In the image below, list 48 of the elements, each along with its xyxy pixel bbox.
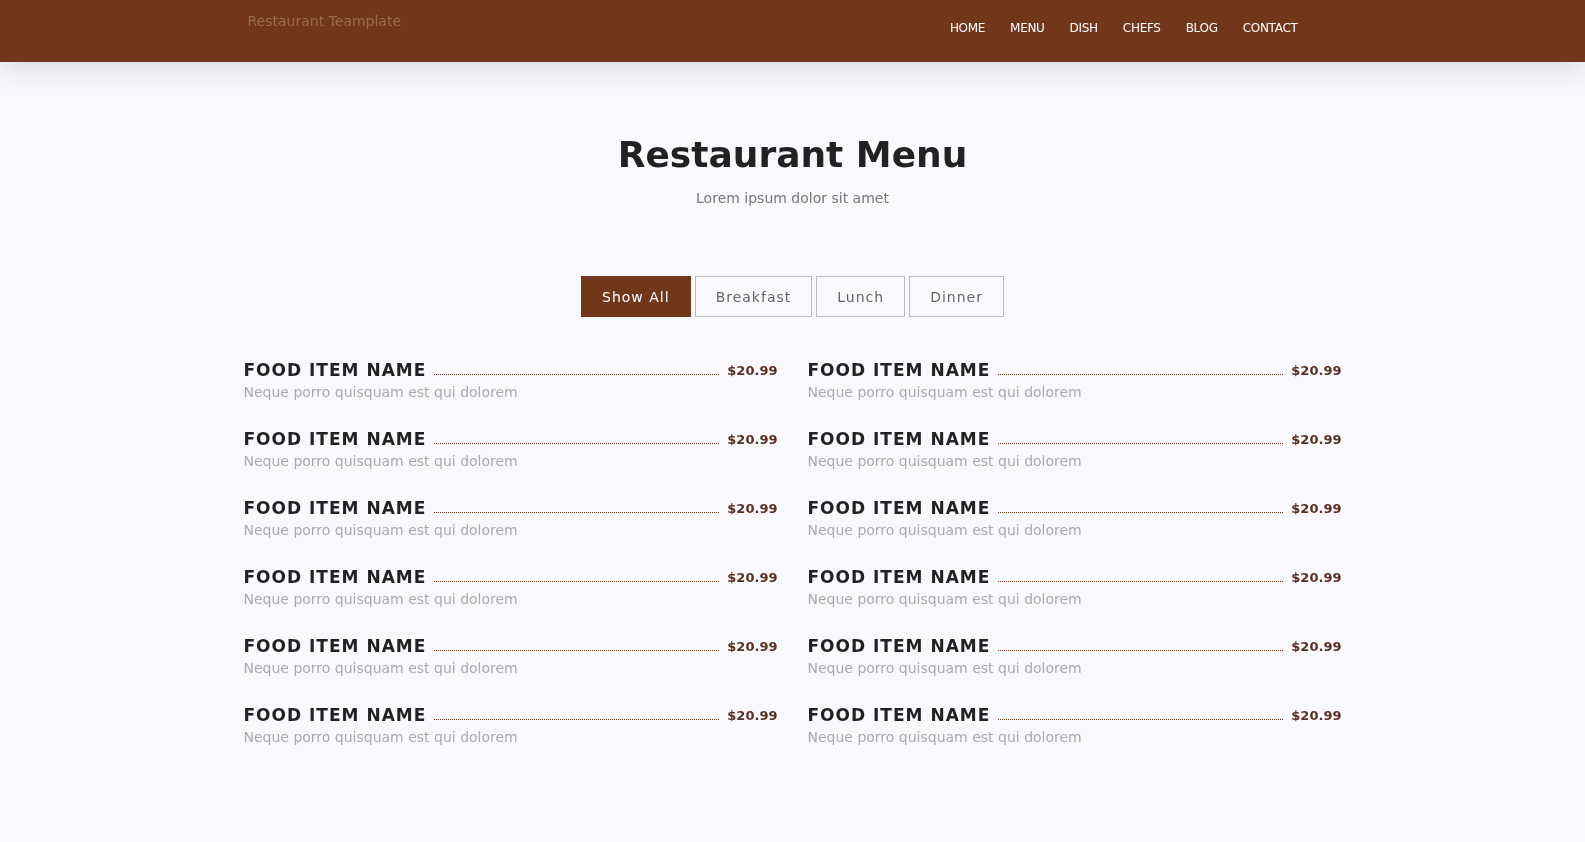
section-title: Restaurant Menu — [617, 134, 968, 177]
item-name: FOOD ITEM NAME — [807, 636, 991, 656]
nav-link[interactable]: DISH — [1069, 21, 1098, 35]
item-name: FOOD ITEM NAME — [243, 360, 427, 380]
item-name: FOOD ITEM NAME — [807, 429, 991, 449]
item-price: $20.99 — [727, 500, 778, 516]
filter-button[interactable]: Dinner — [909, 276, 1004, 317]
item-price: $20.99 — [1291, 500, 1342, 516]
item-description: Neque porro quisquam est qui dolorem — [243, 522, 519, 538]
item-price: $20.99 — [1291, 362, 1342, 378]
filter-button[interactable]: Show All — [581, 276, 691, 317]
item-name: FOOD ITEM NAME — [807, 567, 991, 587]
item-price: $20.99 — [1291, 707, 1342, 723]
item-description: Neque porro quisquam est qui dolorem — [807, 453, 1083, 469]
item-name: FOOD ITEM NAME — [807, 705, 991, 725]
nav-link[interactable]: BLOG — [1185, 21, 1218, 35]
item-name: FOOD ITEM NAME — [243, 498, 427, 518]
item-price: $20.99 — [1291, 569, 1342, 585]
item-name: FOOD ITEM NAME — [243, 636, 427, 656]
item-description: Neque porro quisquam est qui dolorem — [807, 729, 1083, 745]
item-name: FOOD ITEM NAME — [243, 705, 427, 725]
nav-link[interactable]: MENU — [1010, 21, 1045, 35]
section-subtitle: Lorem ipsum dolor sit amet — [696, 190, 889, 206]
item-price: $20.99 — [727, 707, 778, 723]
item-price: $20.99 — [727, 431, 778, 447]
item-description: Neque porro quisquam est qui dolorem — [807, 522, 1083, 538]
item-description: Neque porro quisquam est qui dolorem — [243, 660, 519, 676]
item-description: Neque porro quisquam est qui dolorem — [243, 453, 519, 469]
item-name: FOOD ITEM NAME — [807, 498, 991, 518]
nav-link[interactable]: HOME — [949, 21, 986, 35]
item-price: $20.99 — [1291, 431, 1342, 447]
item-name: FOOD ITEM NAME — [243, 567, 427, 587]
item-description: Neque porro quisquam est qui dolorem — [243, 591, 519, 607]
item-description: Neque porro quisquam est qui dolorem — [243, 384, 519, 400]
nav-link[interactable]: CONTACT — [1242, 21, 1298, 35]
item-price: $20.99 — [727, 362, 778, 378]
item-description: Neque porro quisquam est qui dolorem — [807, 591, 1083, 607]
item-price: $20.99 — [727, 638, 778, 654]
item-description: Neque porro quisquam est qui dolorem — [807, 660, 1083, 676]
item-price: $20.99 — [1291, 638, 1342, 654]
filter-button[interactable]: Breakfast — [694, 276, 813, 317]
item-name: FOOD ITEM NAME — [807, 360, 991, 380]
item-description: Neque porro quisquam est qui dolorem — [243, 729, 519, 745]
item-name: FOOD ITEM NAME — [243, 429, 427, 449]
nav-link[interactable]: CHEFS — [1122, 21, 1161, 35]
filter-button[interactable]: Lunch — [816, 276, 906, 317]
item-description: Neque porro quisquam est qui dolorem — [807, 384, 1083, 400]
item-price: $20.99 — [727, 569, 778, 585]
